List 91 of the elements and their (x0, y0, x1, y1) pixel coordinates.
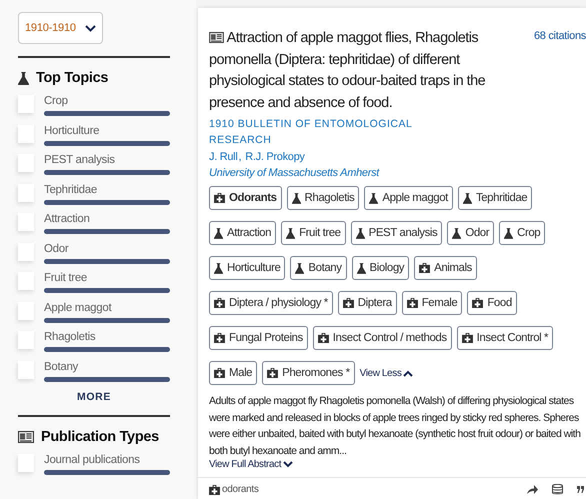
flask-icon (462, 192, 472, 204)
topic-tag[interactable]: Animals (414, 256, 477, 280)
topic-tag[interactable]: Odorants (209, 186, 282, 210)
checkbox[interactable] (18, 331, 34, 349)
separator: , (238, 151, 242, 163)
topic-label[interactable]: Rhagoletis (44, 330, 170, 344)
medical-kit-icon (472, 298, 484, 308)
checkbox[interactable] (18, 302, 34, 320)
checkbox[interactable] (18, 124, 34, 142)
topic-tag[interactable]: Horticulture (209, 256, 286, 280)
database-icon[interactable] (552, 484, 563, 495)
topic-tag[interactable]: PEST analysis (350, 221, 442, 245)
flask-icon (286, 228, 296, 238)
abstract-text: Adults of apple maggot fly Rhagoletis pomonella (Walsh) of differing physiological states were marked and released in blocks of apple trees ringed by sticky red spheres. Spheres were either unbaited, baited with butyl hexanoate (synthetic host fruit odour) or baited with both butyl hexanoate and amm... (209, 394, 582, 458)
affiliation-link[interactable]: University of Massachusetts Amherst (209, 167, 380, 179)
topic-label[interactable]: Crop (44, 94, 170, 108)
flask-icon (504, 228, 514, 238)
share-icon[interactable] (527, 485, 538, 494)
checkbox[interactable] (18, 154, 34, 172)
chevron-up-icon (403, 370, 414, 376)
medical-kit-icon (214, 333, 225, 343)
topic-label[interactable]: Botany (44, 360, 170, 374)
topic-tag[interactable]: Male (209, 361, 258, 385)
medical-kit-icon (267, 368, 278, 378)
topic-label[interactable]: Tephritidae (44, 182, 170, 196)
checkbox[interactable] (18, 95, 34, 113)
topic-tag[interactable]: Insect Control / methods (312, 326, 452, 350)
medical-kit-icon (406, 298, 418, 308)
medical-kit-icon (214, 193, 225, 203)
topic-tag[interactable]: Fungal Proteins (209, 326, 308, 350)
author-link[interactable]: R.J. Prokopy (245, 151, 305, 163)
checkbox[interactable] (18, 184, 34, 202)
topic-label[interactable]: Fruit tree (44, 271, 170, 285)
topic-tag[interactable]: Rhagoletis (286, 186, 360, 210)
document-icon (209, 32, 224, 43)
article-title[interactable]: Attraction of apple maggot flies, Rhagoletis pomonella (Diptera: tephritidae) of different physiological states to odour-baited traps in the presence and absence of food. (209, 28, 509, 114)
topic-tag[interactable]: Insect Control * (456, 326, 554, 350)
topic-label[interactable]: Apple maggot (44, 300, 170, 314)
topic-tag[interactable]: Female (402, 291, 462, 315)
topic-tag[interactable]: Food (467, 291, 517, 315)
flask-icon (214, 262, 223, 274)
topic-label[interactable]: Odor (44, 242, 170, 256)
flask-icon (295, 262, 304, 274)
medical-kit-icon (214, 298, 225, 308)
view-full-abstract-link[interactable]: View Full Abstract (209, 459, 294, 470)
medical-kit-icon (209, 484, 220, 494)
checkbox[interactable] (18, 454, 34, 472)
topic-label[interactable]: Attraction (44, 212, 170, 226)
topic-tag[interactable]: Diptera (338, 291, 397, 315)
flask-icon (452, 228, 462, 238)
topic-label[interactable]: Horticulture (44, 124, 170, 138)
flask-icon (369, 192, 378, 204)
medical-kit-icon (342, 298, 354, 308)
quote-icon[interactable] (577, 486, 584, 493)
section-heading: Top Topics (36, 70, 108, 86)
topic-tag[interactable]: Pheromones * (262, 361, 355, 385)
topic-tag[interactable]: Odor (447, 221, 494, 245)
flask-icon (356, 228, 365, 238)
citation-count[interactable]: 68 citations (534, 30, 586, 44)
checkbox[interactable] (18, 242, 34, 260)
medical-kit-icon (214, 368, 225, 378)
flask-icon (356, 262, 366, 274)
journal-link[interactable]: 1910 BULLETIN OF ENTOMOLOGICAL RESEARCH (209, 116, 439, 148)
flask-icon (292, 192, 301, 204)
checkbox[interactable] (18, 360, 34, 378)
view-less-link[interactable]: View Less (360, 368, 414, 378)
footer-tag[interactable]: odorants (222, 484, 259, 495)
topic-tag[interactable]: Fruit tree (281, 221, 346, 245)
author-link[interactable]: J. Rull (209, 151, 238, 163)
topic-tag[interactable]: Tephritidae (458, 186, 532, 210)
topic-tag[interactable]: Biology (352, 256, 410, 280)
topic-label[interactable]: PEST analysis (44, 153, 170, 167)
topic-tag[interactable]: Apple maggot (364, 186, 453, 210)
topic-tag[interactable]: Diptera / physiology * (209, 291, 333, 315)
checkbox[interactable] (18, 213, 34, 231)
more-button[interactable]: MORE (77, 391, 111, 403)
chevron-down-icon (283, 461, 294, 468)
medical-kit-icon (419, 263, 430, 273)
checkbox[interactable] (18, 272, 34, 290)
medical-kit-icon (462, 333, 473, 343)
flask-icon (18, 72, 29, 84)
year-dropdown[interactable]: 1910-1910 (18, 12, 103, 44)
topic-tag[interactable]: Crop (499, 221, 546, 245)
flask-icon (214, 228, 223, 238)
chevron-down-icon (84, 24, 96, 32)
topic-label[interactable]: Journal publications (44, 453, 170, 467)
topic-tag[interactable]: Botany (290, 256, 347, 280)
medical-kit-icon (318, 333, 329, 343)
section-heading: Publication Types (41, 429, 159, 445)
document-icon (18, 431, 34, 443)
topic-tag[interactable]: Attraction (209, 221, 276, 245)
